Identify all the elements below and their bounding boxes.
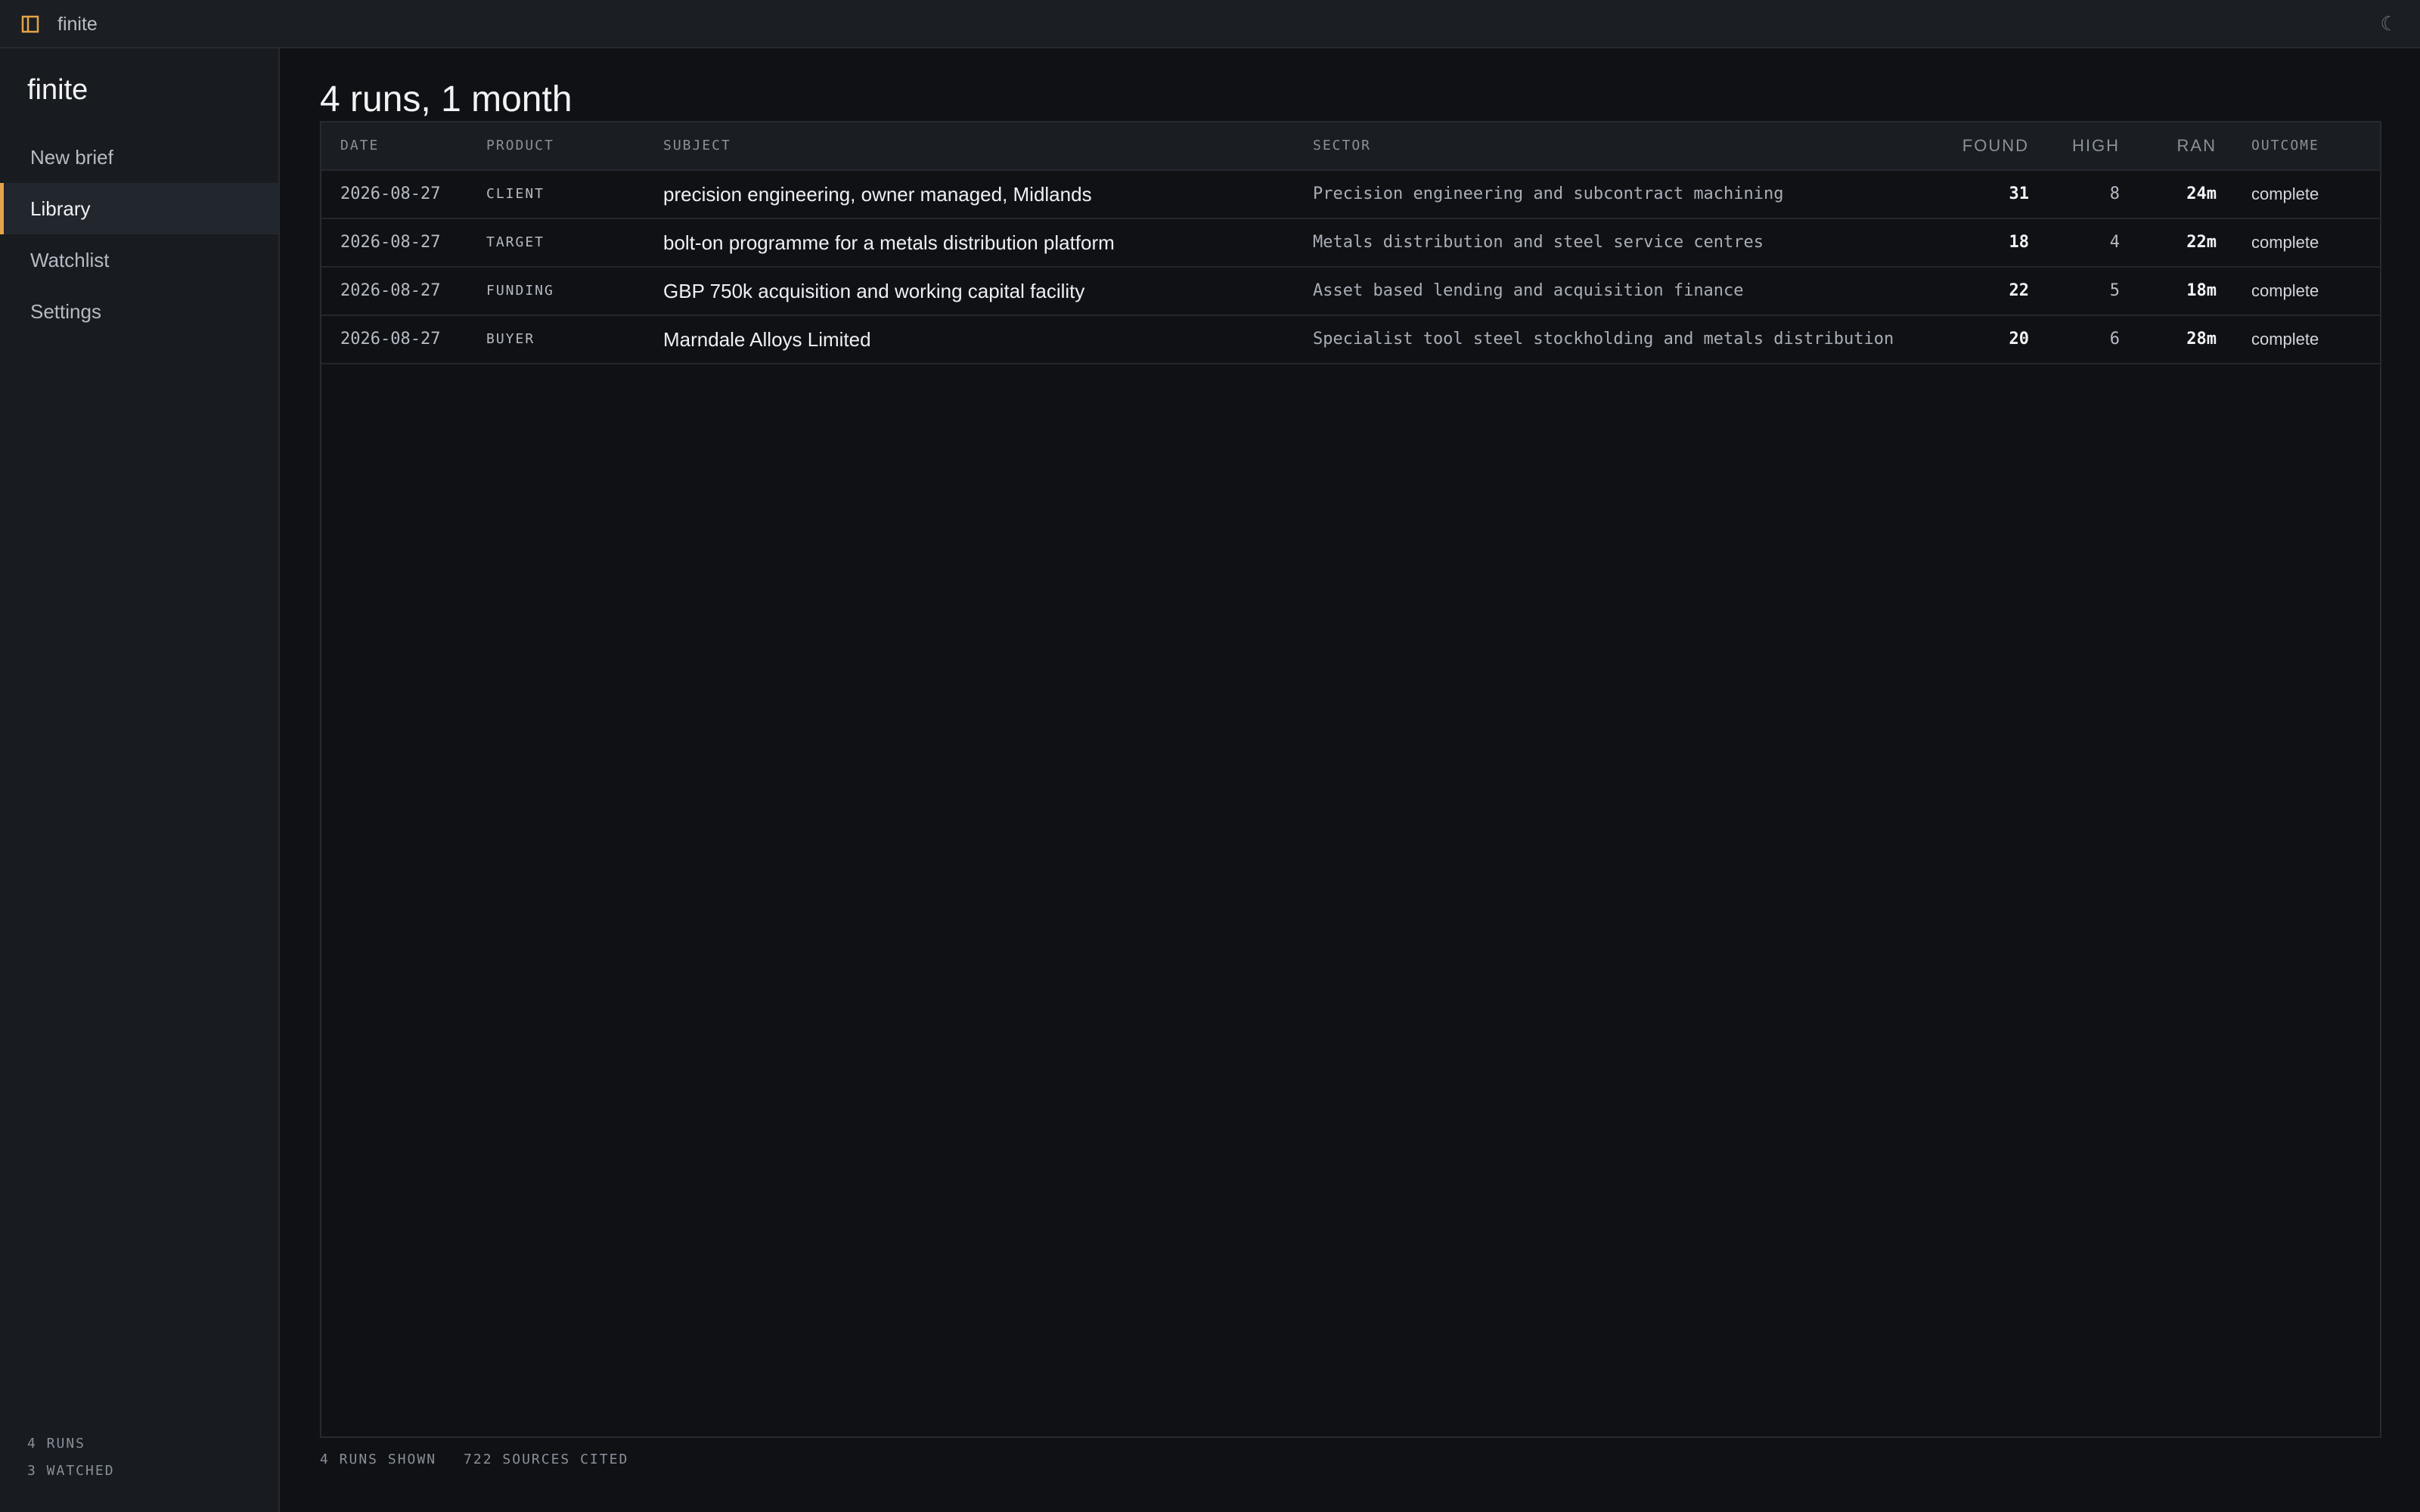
runs-table: DATE PRODUCT SUBJECT SECTOR FOUND HIGH R… — [320, 121, 2381, 1438]
runs-shown: 4 RUNS SHOWN — [320, 1452, 437, 1467]
row-found: 20 — [2009, 330, 2030, 349]
book-icon — [21, 15, 39, 33]
main-content: 4 runs, 1 month DATE PRODUCT SUBJECT SEC… — [280, 48, 2420, 1512]
sources-cited: 722 SOURCES CITED — [464, 1452, 629, 1467]
sidebar-nav: New brief Library Watchlist Settings — [0, 132, 278, 337]
watched-count: 3 WATCHED — [27, 1463, 115, 1479]
row-ran: 22m — [2186, 233, 2217, 252]
table-row[interactable]: 2026-08-27 BUYER Marndale Alloys Limited… — [321, 316, 2380, 364]
row-ran: 28m — [2186, 330, 2217, 349]
row-high: 6 — [2109, 330, 2120, 349]
sidebar-item-watchlist[interactable]: Watchlist — [0, 234, 278, 286]
row-high: 8 — [2109, 184, 2120, 203]
row-sector: Metals distribution and steel service ce… — [1313, 233, 1764, 252]
runs-count: 4 RUNS — [27, 1436, 86, 1452]
sidebar-item-new-brief[interactable]: New brief — [0, 132, 278, 183]
row-date: 2026-08-27 — [340, 330, 441, 349]
header-date[interactable]: DATE — [340, 122, 379, 169]
header-sector[interactable]: SECTOR — [1313, 122, 1371, 169]
row-product: CLIENT — [486, 186, 545, 202]
row-subject[interactable]: GBP 750k acquisition and working capital… — [663, 268, 1084, 314]
row-sector: Precision engineering and subcontract ma… — [1313, 184, 1784, 203]
row-subject[interactable]: bolt-on programme for a metals distribut… — [663, 219, 1115, 266]
row-sector: Asset based lending and acquisition fina… — [1313, 281, 1744, 300]
header-outcome[interactable]: OUTCOME — [2251, 122, 2319, 169]
header-product[interactable]: PRODUCT — [486, 122, 554, 169]
row-found: 22 — [2009, 281, 2030, 300]
table-row[interactable]: 2026-08-27 CLIENT precision engineering,… — [321, 171, 2380, 219]
row-sector: Specialist tool steel stockholding and m… — [1313, 330, 1894, 349]
row-high: 5 — [2109, 281, 2120, 300]
brand-name: finite — [27, 74, 88, 106]
sidebar-item-settings[interactable]: Settings — [0, 286, 278, 337]
row-found: 31 — [2009, 184, 2030, 203]
row-product: TARGET — [486, 234, 545, 250]
row-outcome: complete — [2251, 184, 2319, 203]
header-subject[interactable]: SUBJECT — [663, 122, 731, 169]
window-title: finite — [57, 14, 98, 35]
row-subject[interactable]: precision engineering, owner managed, Mi… — [663, 171, 1092, 218]
page-title: 4 runs, 1 month — [320, 79, 572, 119]
header-found[interactable]: FOUND — [1962, 122, 2029, 169]
row-product: BUYER — [486, 331, 535, 347]
table-row[interactable]: 2026-08-27 TARGET bolt-on programme for … — [321, 219, 2380, 268]
table-header: DATE PRODUCT SUBJECT SECTOR FOUND HIGH R… — [321, 122, 2380, 171]
title-bar: finite ☾ — [0, 0, 2420, 48]
row-date: 2026-08-27 — [340, 233, 441, 252]
table-row[interactable]: 2026-08-27 FUNDING GBP 750k acquisition … — [321, 268, 2380, 316]
row-found: 18 — [2009, 233, 2030, 252]
row-ran: 18m — [2186, 281, 2217, 300]
row-date: 2026-08-27 — [340, 281, 441, 300]
table-footer: 4 RUNS SHOWN 722 SOURCES CITED — [320, 1452, 628, 1467]
row-outcome: complete — [2251, 330, 2319, 349]
sidebar-stats: 4 RUNS 3 WATCHED — [27, 1430, 115, 1485]
row-subject[interactable]: Marndale Alloys Limited — [663, 316, 871, 363]
row-product: FUNDING — [486, 283, 554, 299]
sidebar: finite New brief Library Watchlist Setti… — [0, 48, 280, 1512]
row-date: 2026-08-27 — [340, 184, 441, 203]
row-outcome: complete — [2251, 281, 2319, 300]
header-high[interactable]: HIGH — [2072, 122, 2120, 169]
row-outcome: complete — [2251, 233, 2319, 252]
row-ran: 24m — [2186, 184, 2217, 203]
sidebar-item-library[interactable]: Library — [0, 183, 278, 234]
moon-icon[interactable]: ☾ — [2378, 12, 2400, 35]
header-ran[interactable]: RAN — [2177, 122, 2217, 169]
row-high: 4 — [2109, 233, 2120, 252]
